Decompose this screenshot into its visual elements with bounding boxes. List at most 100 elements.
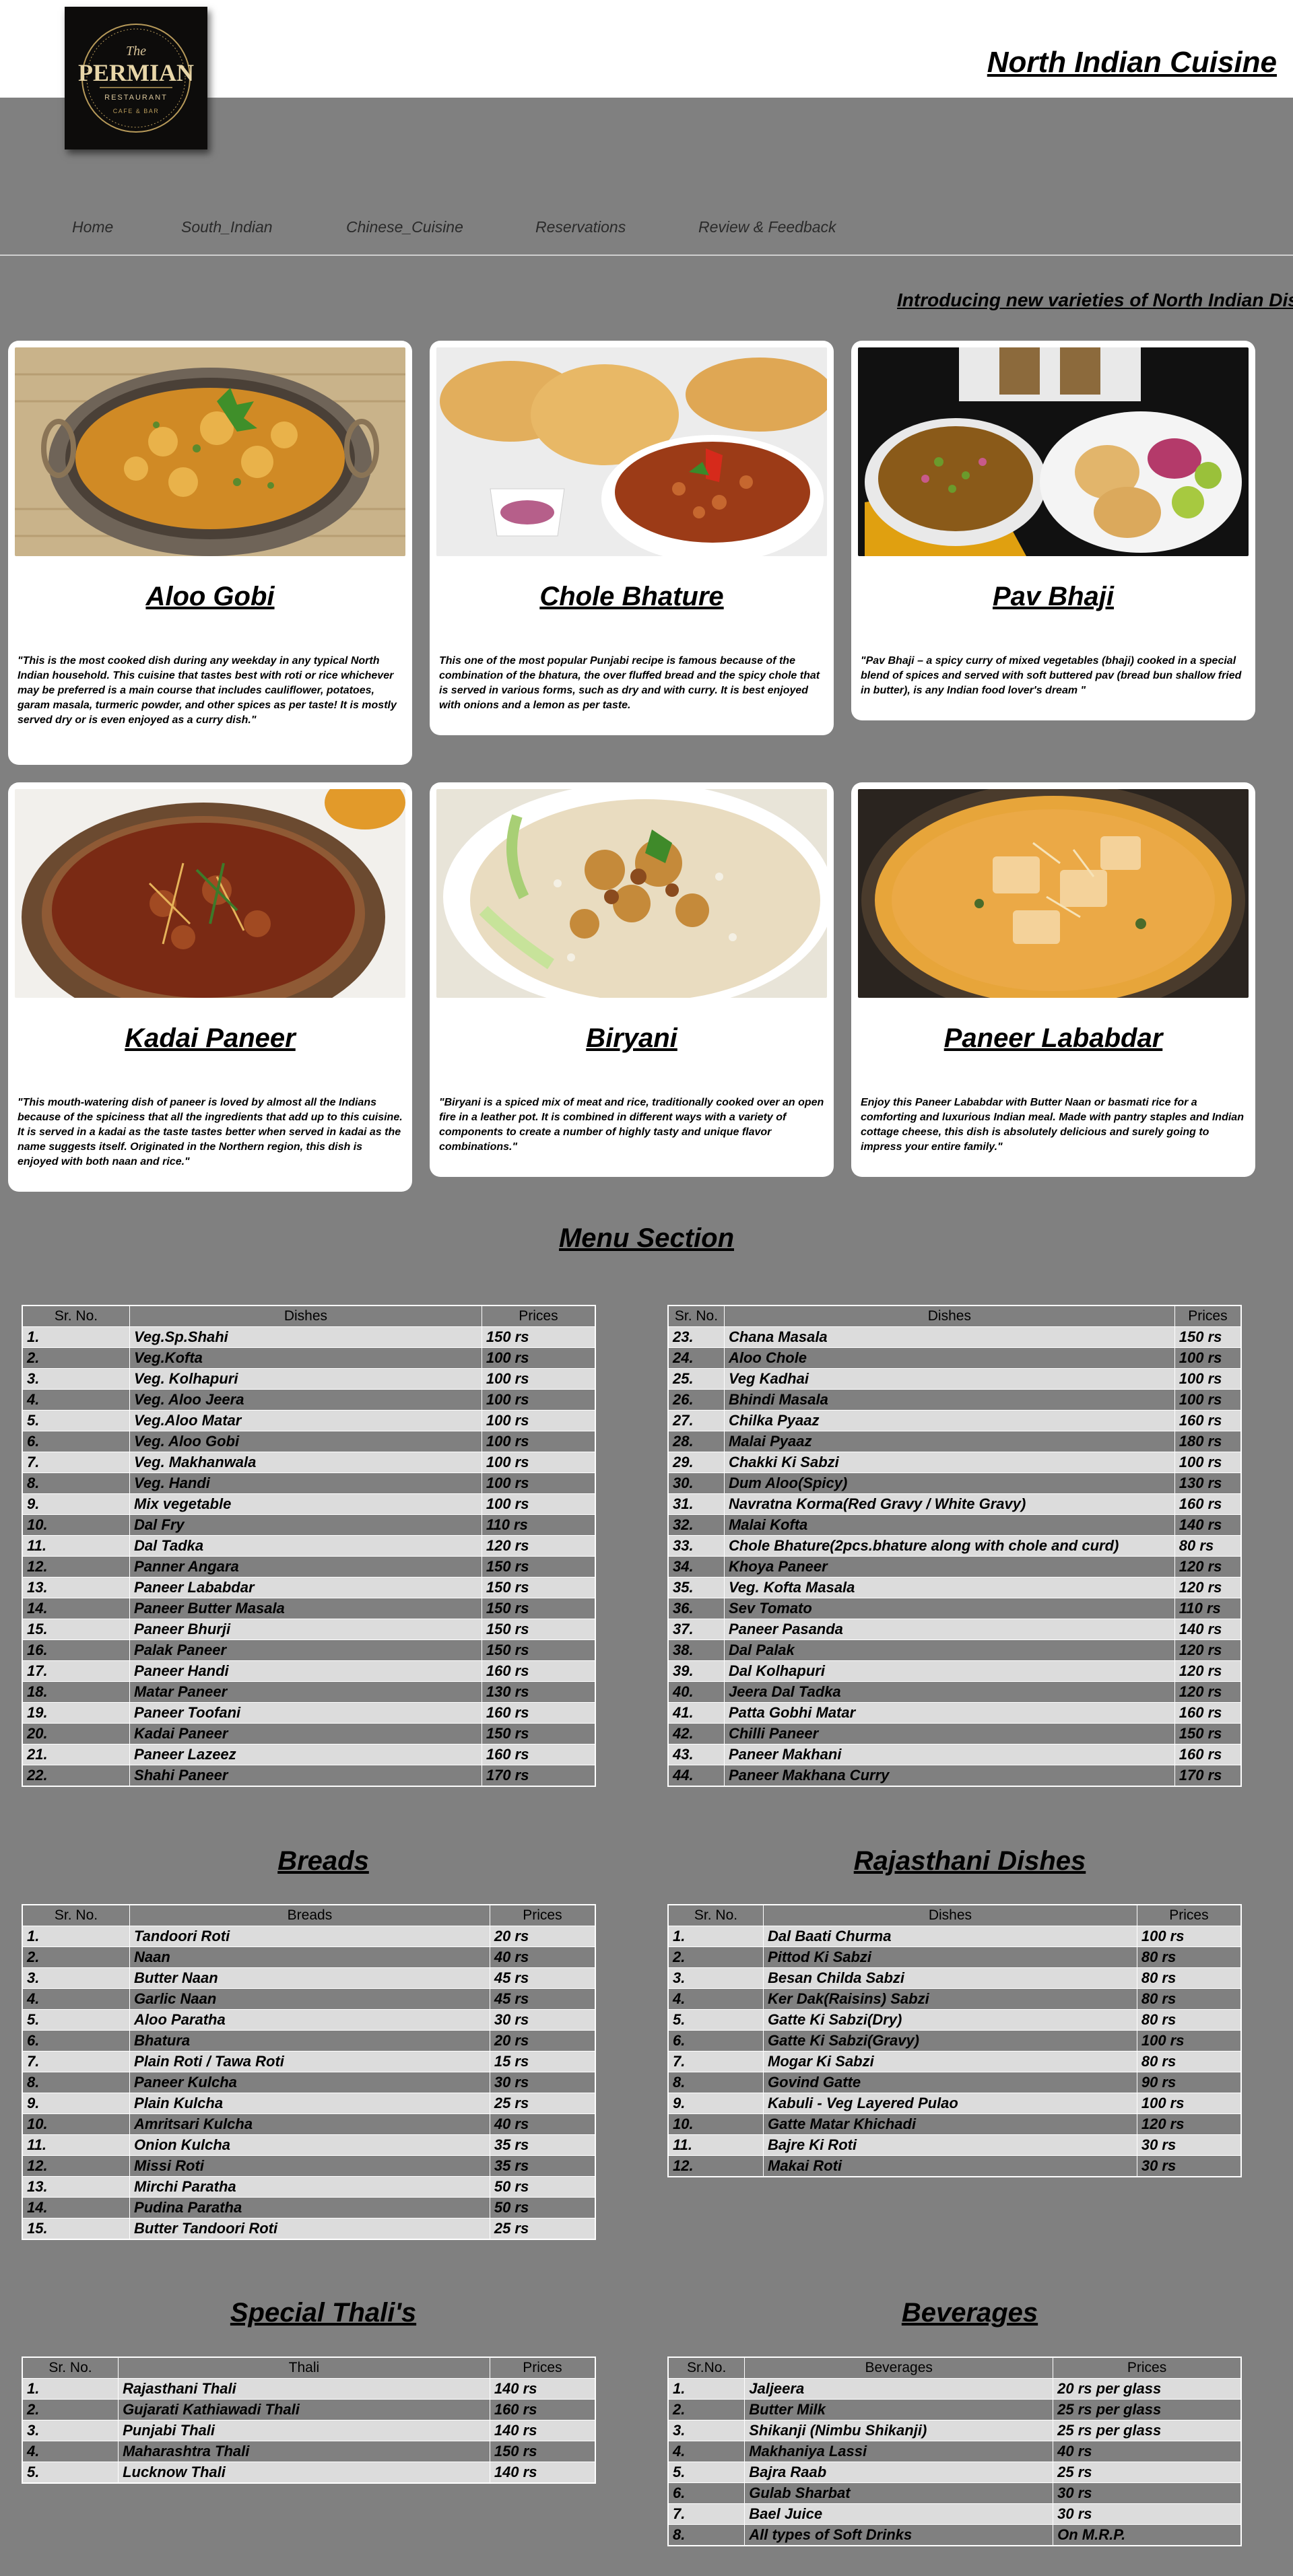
dish-card: Kadai Paneer "This mouth-watering dish o… [8,782,412,1192]
price-cell: 30 rs [1053,2482,1242,2504]
serial-cell: 2. [667,2399,745,2420]
serial-cell: 1. [22,1926,131,1947]
price-cell: 40 rs [489,1946,596,1968]
table-row: 4. Ker Dak(Raisins) Sabzi 80 rs [667,1988,1242,2010]
nav-home[interactable]: Home [72,218,113,236]
nav-review-feedback[interactable]: Review & Feedback [698,218,836,236]
item-name-cell: Kadai Paneer [129,1723,482,1744]
serial-cell: 39. [667,1660,725,1682]
dish-card: Chole Bhature This one of the most popul… [430,341,834,735]
item-name-cell: Paneer Pasanda [723,1619,1175,1640]
biryani-photo-icon [436,789,827,998]
column-header: Beverages [744,2357,1054,2379]
serial-cell: 4. [22,2441,119,2462]
item-name-cell: Lucknow Thali [118,2462,490,2484]
serial-cell: 24. [667,1347,725,1369]
dish-image [858,789,1249,998]
table-row: 7. Mogar Ki Sabzi 80 rs [667,2051,1242,2072]
nav-south-indian[interactable]: South_Indian [181,218,273,236]
table-row: 17. Paneer Handi 160 rs [22,1660,596,1682]
table-row: 40. Jeera Dal Tadka 120 rs [667,1681,1242,1703]
dish-image [858,347,1249,556]
logo-text-main: PERMIAN [78,59,194,86]
dish-card: Aloo Gobi "This is the most cooked dish … [8,341,412,765]
table-row: 3. Butter Naan 45 rs [22,1967,596,1989]
table-row: 4. Veg. Aloo Jeera 100 rs [22,1389,596,1411]
item-name-cell: Bhatura [129,2030,490,2052]
table-row: 38. Dal Palak 120 rs [667,1639,1242,1661]
serial-cell: 34. [667,1556,725,1578]
table-row: 12. Makai Roti 30 rs [667,2155,1242,2177]
price-cell: 20 rs [489,1926,596,1947]
item-name-cell: Paneer Butter Masala [129,1598,482,1619]
serial-cell: 11. [22,2134,131,2156]
serial-cell: 16. [22,1639,131,1661]
table-row: 1. Rajasthani Thali 140 rs [22,2378,596,2400]
item-name-cell: Paneer Makhana Curry [723,1765,1175,1787]
price-cell: 30 rs [1136,2134,1242,2156]
nav-chinese-cuisine[interactable]: Chinese_Cuisine [346,218,463,236]
price-cell: 100 rs [1174,1368,1242,1390]
serial-cell: 9. [667,2093,764,2114]
price-cell: 110 rs [481,1514,596,1536]
item-name-cell: Bajre Ki Roti [763,2134,1137,2156]
table-row: 9. Plain Kulcha 25 rs [22,2093,596,2114]
price-cell: 50 rs [489,2176,596,2198]
table-row: 22. Shahi Paneer 170 rs [22,1765,596,1787]
table-row: 7. Bael Juice 30 rs [667,2503,1242,2525]
price-cell: 150 rs [481,1639,596,1661]
table-row: 5. Lucknow Thali 140 rs [22,2462,596,2484]
item-name-cell: Amritsari Kulcha [129,2113,490,2135]
table-row: 1. Veg.Sp.Shahi 150 rs [22,1326,596,1348]
serial-cell: 19. [22,1702,131,1724]
item-name-cell: Jeera Dal Tadka [723,1681,1175,1703]
dish-description: "This is the most cooked dish during any… [18,655,397,726]
dish-card: Paneer Lababdar Enjoy this Paneer Lababd… [851,782,1255,1177]
table-row: 36. Sev Tomato 110 rs [667,1598,1242,1619]
serial-cell: 3. [22,2420,119,2441]
item-name-cell: Patta Gobhi Matar [723,1702,1175,1724]
item-name-cell: Gatte Ki Sabzi(Gravy) [763,2030,1137,2052]
table-row: 3. Shikanji (Nimbu Shikanji) 25 rs per gla… [667,2420,1242,2441]
chole-bhature-photo-icon [436,347,827,556]
dish-description: "This mouth-watering dish of paneer is l… [18,1097,403,1167]
serial-cell: 26. [667,1389,725,1411]
price-cell: 120 rs [1174,1556,1242,1578]
price-cell: 100 rs [1136,1926,1242,1947]
price-cell: 100 rs [1174,1347,1242,1369]
price-cell: 150 rs [481,1577,596,1598]
serial-cell: 8. [22,2072,131,2093]
item-name-cell: Dum Aloo(Spicy) [723,1472,1175,1494]
column-header: Sr. No. [22,1904,131,1926]
item-name-cell: Govind Gatte [763,2072,1137,2093]
serial-cell: 5. [667,2009,764,2031]
item-name-cell: Plain Kulcha [129,2093,490,2114]
price-cell: 120 rs [1174,1639,1242,1661]
serial-cell: 6. [22,1431,131,1452]
table-row: 21. Paneer Lazeez 160 rs [22,1744,596,1765]
price-cell: 100 rs [481,1452,596,1473]
price-cell: 45 rs [489,1988,596,2010]
item-name-cell: Dal Kolhapuri [723,1660,1175,1682]
item-name-cell: Chilka Pyaaz [723,1410,1175,1431]
column-header: Breads [129,1904,490,1926]
price-cell: 160 rs [1174,1493,1242,1515]
announcement-marquee: Introducing new varieties of North India… [897,290,1293,310]
item-name-cell: Gujarati Kathiawadi Thali [118,2399,490,2420]
price-cell: 80 rs [1136,2009,1242,2031]
dish-title: Kadai Paneer [125,1023,296,1053]
serial-cell: 13. [22,2176,131,2198]
price-cell: 150 rs [489,2441,596,2462]
table-row: 44. Paneer Makhana Curry 170 rs [667,1765,1242,1787]
aloo-gobi-photo-icon [15,347,405,556]
item-name-cell: Onion Kulcha [129,2134,490,2156]
item-name-cell: Dal Fry [129,1514,482,1536]
restaurant-logo[interactable]: The PERMIAN RESTAURANT CAFE & BAR [65,7,207,149]
table-row: 20. Kadai Paneer 150 rs [22,1723,596,1744]
table-row: 8. Paneer Kulcha 30 rs [22,2072,596,2093]
nav-reservations[interactable]: Reservations [535,218,626,236]
site-title: North Indian Cuisine [987,46,1277,79]
price-cell: 80 rs [1136,1967,1242,1989]
item-name-cell: Ker Dak(Raisins) Sabzi [763,1988,1137,2010]
item-name-cell: Paneer Toofani [129,1702,482,1724]
